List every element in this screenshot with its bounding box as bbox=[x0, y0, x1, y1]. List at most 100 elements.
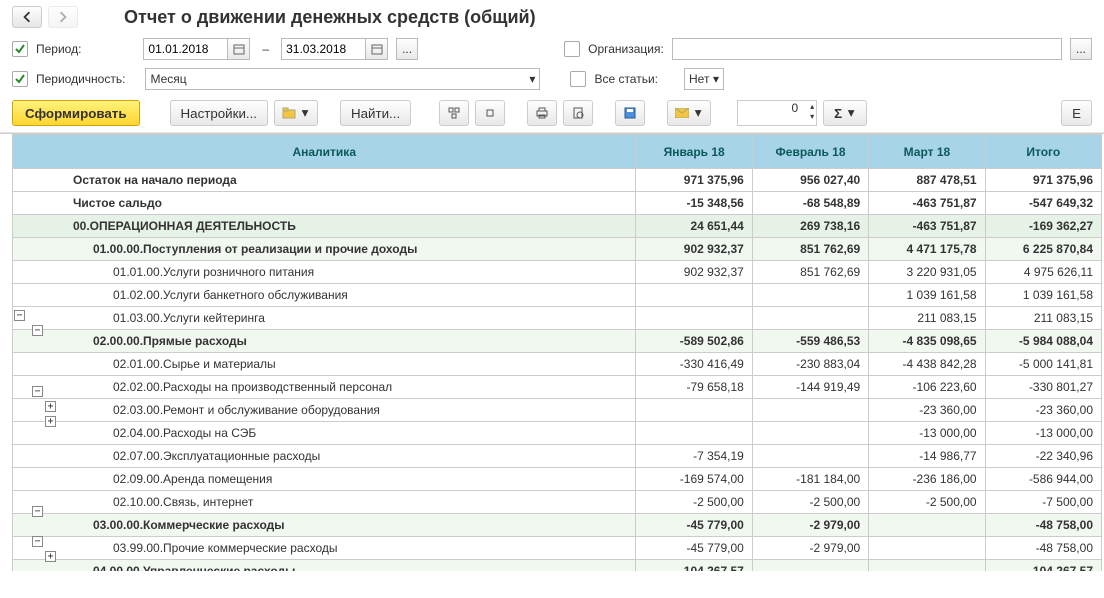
level-spinner[interactable]: 0 ▴▾ bbox=[737, 100, 817, 126]
preview-button[interactable] bbox=[563, 100, 593, 126]
col-header-analytic[interactable]: Аналитика bbox=[13, 135, 636, 169]
cell-value: 971 375,96 bbox=[985, 169, 1101, 192]
cell-value bbox=[752, 284, 868, 307]
table-row[interactable]: 01.00.00.Поступления от реализации и про… bbox=[13, 238, 1102, 261]
preview-icon bbox=[571, 106, 585, 120]
cell-analytic: 02.01.00.Сырье и материалы bbox=[13, 353, 636, 376]
cell-value: 6 225 870,84 bbox=[985, 238, 1101, 261]
cell-value: -589 502,86 bbox=[636, 330, 752, 353]
cell-value: -7 500,00 bbox=[985, 491, 1101, 514]
table-row[interactable]: 02.04.00.Расходы на СЭБ-13 000,00-13 000… bbox=[13, 422, 1102, 445]
table-row[interactable]: 02.03.00.Ремонт и обслуживание оборудова… bbox=[13, 399, 1102, 422]
col-header-m2[interactable]: Февраль 18 bbox=[752, 135, 868, 169]
chevron-down-icon: ▾ bbox=[713, 72, 719, 86]
cell-value: -45 779,00 bbox=[636, 537, 752, 560]
period-checkbox[interactable] bbox=[12, 41, 28, 57]
more-button[interactable]: Е bbox=[1061, 100, 1092, 126]
cell-value: -547 649,32 bbox=[985, 192, 1101, 215]
cell-value bbox=[636, 422, 752, 445]
spinner-up[interactable]: ▴ bbox=[810, 102, 814, 112]
variants-button[interactable]: ▾ bbox=[274, 100, 318, 126]
spinner-down[interactable]: ▾ bbox=[810, 112, 814, 122]
table-row[interactable]: 02.00.00.Прямые расходы-589 502,86-559 4… bbox=[13, 330, 1102, 353]
cell-analytic: 03.99.00.Прочие коммерческие расходы bbox=[13, 537, 636, 560]
email-button[interactable]: ▾ bbox=[667, 100, 711, 126]
diskette-icon bbox=[623, 106, 637, 120]
cell-value: -144 919,49 bbox=[752, 376, 868, 399]
tree-expand-toggle[interactable]: − bbox=[32, 506, 43, 517]
generate-button[interactable]: Сформировать bbox=[12, 100, 140, 126]
tree-expand-toggle[interactable]: − bbox=[14, 310, 25, 321]
cell-value: -169 574,00 bbox=[636, 468, 752, 491]
cell-value: -559 486,53 bbox=[752, 330, 868, 353]
cell-value: -14 986,77 bbox=[869, 445, 985, 468]
table-row[interactable]: 02.09.00.Аренда помещения-169 574,00-181… bbox=[13, 468, 1102, 491]
tree-expand-toggle[interactable]: − bbox=[32, 325, 43, 336]
tree-expand-toggle[interactable]: + bbox=[45, 416, 56, 427]
col-header-m3[interactable]: Март 18 bbox=[869, 135, 985, 169]
table-row[interactable]: 02.07.00.Эксплуатационные расходы-7 354,… bbox=[13, 445, 1102, 468]
cell-value: -2 979,00 bbox=[752, 514, 868, 537]
all-articles-select[interactable]: Нет ▾ bbox=[684, 68, 724, 90]
periodicity-label: Периодичность: bbox=[36, 72, 125, 86]
expand-tree-button[interactable] bbox=[439, 100, 469, 126]
table-row[interactable]: 01.02.00.Услуги банкетного обслуживания1… bbox=[13, 284, 1102, 307]
cell-value: -586 944,00 bbox=[985, 468, 1101, 491]
cell-value: -330 416,49 bbox=[636, 353, 752, 376]
all-articles-value: Нет bbox=[689, 72, 709, 86]
date-to-calendar-button[interactable] bbox=[366, 38, 388, 60]
cell-value: 971 375,96 bbox=[636, 169, 752, 192]
cell-value: -5 984 088,04 bbox=[985, 330, 1101, 353]
org-checkbox[interactable] bbox=[564, 41, 580, 57]
table-row[interactable]: 04.00.00.Управленческие расходы-104 267,… bbox=[13, 560, 1102, 572]
table-row[interactable]: 03.99.00.Прочие коммерческие расходы-45 … bbox=[13, 537, 1102, 560]
org-input[interactable] bbox=[672, 38, 1062, 60]
nav-forward-button[interactable] bbox=[48, 6, 78, 28]
table-row[interactable]: Остаток на начало периода971 375,96956 0… bbox=[13, 169, 1102, 192]
periodicity-select[interactable]: Месяц ▾ bbox=[145, 68, 540, 90]
table-row[interactable]: 01.01.00.Услуги розничного питания902 93… bbox=[13, 261, 1102, 284]
table-row[interactable]: Чистое сальдо-15 348,56-68 548,89-463 75… bbox=[13, 192, 1102, 215]
date-from-calendar-button[interactable] bbox=[228, 38, 250, 60]
cell-analytic: 02.04.00.Расходы на СЭБ bbox=[13, 422, 636, 445]
cell-value: 956 027,40 bbox=[752, 169, 868, 192]
find-button[interactable]: Найти... bbox=[340, 100, 411, 126]
sigma-icon: Σ bbox=[834, 106, 842, 121]
table-row[interactable]: 02.02.00.Расходы на производственный пер… bbox=[13, 376, 1102, 399]
cell-value: 851 762,69 bbox=[752, 261, 868, 284]
cell-analytic: 01.01.00.Услуги розничного питания bbox=[13, 261, 636, 284]
col-header-total[interactable]: Итого bbox=[985, 135, 1101, 169]
table-row[interactable]: 01.03.00.Услуги кейтеринга211 083,15211 … bbox=[13, 307, 1102, 330]
tree-expand-toggle[interactable]: + bbox=[45, 551, 56, 562]
chevron-down-icon: ▾ bbox=[529, 72, 535, 86]
tree-expand-toggle[interactable]: − bbox=[32, 536, 43, 547]
tree-expand-toggle[interactable]: − bbox=[32, 386, 43, 397]
date-to-input[interactable] bbox=[281, 38, 366, 60]
cell-value: -104 267,57 bbox=[985, 560, 1101, 572]
nav-back-button[interactable] bbox=[12, 6, 42, 28]
cell-analytic: 00.ОПЕРАЦИОННАЯ ДЕЯТЕЛЬНОСТЬ bbox=[13, 215, 636, 238]
sigma-button[interactable]: Σ ▾ bbox=[823, 100, 867, 126]
tree-expand-toggle[interactable]: + bbox=[45, 401, 56, 412]
collapse-tree-button[interactable] bbox=[475, 100, 505, 126]
print-button[interactable] bbox=[527, 100, 557, 126]
cell-value: 887 478,51 bbox=[869, 169, 985, 192]
cell-value: 1 039 161,58 bbox=[869, 284, 985, 307]
folder-icon bbox=[282, 106, 296, 120]
period-picker-button[interactable]: ... bbox=[396, 38, 418, 60]
cell-analytic: 02.03.00.Ремонт и обслуживание оборудова… bbox=[13, 399, 636, 422]
settings-button[interactable]: Настройки... bbox=[170, 100, 268, 126]
table-row[interactable]: 00.ОПЕРАЦИОННАЯ ДЕЯТЕЛЬНОСТЬ24 651,44269… bbox=[13, 215, 1102, 238]
org-picker-button[interactable]: ... bbox=[1070, 38, 1092, 60]
cell-value: 269 738,16 bbox=[752, 215, 868, 238]
all-articles-checkbox[interactable] bbox=[570, 71, 586, 87]
save-button[interactable] bbox=[615, 100, 645, 126]
table-row[interactable]: 03.00.00.Коммерческие расходы-45 779,00-… bbox=[13, 514, 1102, 537]
date-from-input[interactable] bbox=[143, 38, 228, 60]
table-row[interactable]: 02.10.00.Связь, интернет-2 500,00-2 500,… bbox=[13, 491, 1102, 514]
periodicity-checkbox[interactable] bbox=[12, 71, 28, 87]
table-row[interactable]: 02.01.00.Сырье и материалы-330 416,49-23… bbox=[13, 353, 1102, 376]
cell-analytic: 01.03.00.Услуги кейтеринга bbox=[13, 307, 636, 330]
col-header-m1[interactable]: Январь 18 bbox=[636, 135, 752, 169]
cell-value: 902 932,37 bbox=[636, 261, 752, 284]
